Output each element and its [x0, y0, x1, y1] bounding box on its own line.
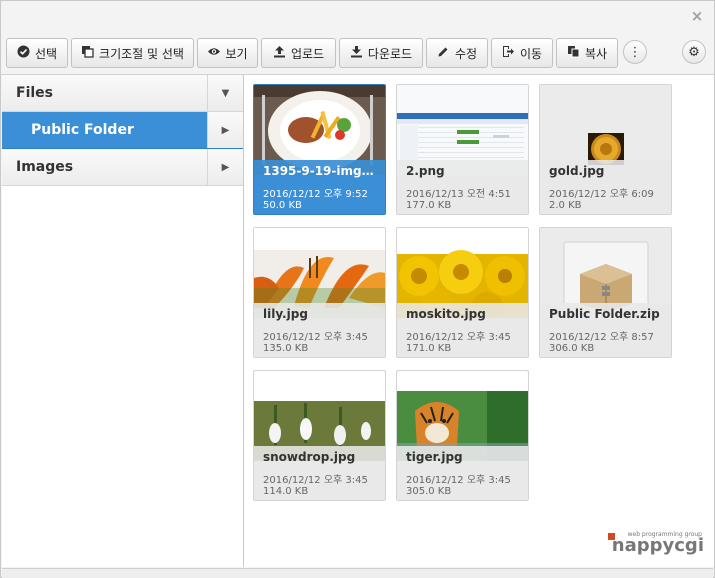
upload-button[interactable]: 업로드 [261, 38, 336, 68]
file-tile[interactable]: lily.jpg 2016/12/12 오후 3:45 135.0 KB [253, 227, 386, 358]
file-manager-window: × 선택 크기조절 및 선택 보기 업로드 다운로드 수정 이동 복사 ⋮ ⚙ … [0, 0, 715, 578]
file-date: 2016/12/12 오후 8:57 [549, 332, 654, 343]
file-date: 2016/12/12 오후 3:45 [263, 332, 368, 343]
file-tile[interactable]: 1395-9-19-img4.... 2016/12/12 오후 9:52 50… [253, 84, 386, 215]
select-button-label: 선택 [34, 46, 58, 61]
sidebar-item-label: Images [16, 159, 74, 175]
upload-icon [273, 45, 286, 61]
file-name: moskito.jpg [406, 307, 486, 321]
file-tile[interactable]: gold.jpg 2016/12/12 오후 6:09 2.0 KB [539, 84, 672, 215]
upload-button-label: 업로드 [290, 46, 325, 61]
select-button[interactable]: 선택 [6, 38, 68, 68]
file-name: 2.png [406, 164, 445, 178]
copy-button[interactable]: 복사 [556, 38, 618, 68]
settings-gear-icon[interactable]: ⚙ [682, 40, 706, 64]
file-name: gold.jpg [549, 164, 605, 178]
resize-select-button-label: 크기조절 및 선택 [99, 46, 184, 61]
file-tile[interactable]: 2.png 2016/12/13 오전 4:51 177.0 KB [396, 84, 529, 215]
brand-logo: web programming group nappycgi [608, 531, 704, 557]
sidebar-item-images[interactable]: Images ▶ [2, 149, 243, 186]
file-tile[interactable]: tiger.jpg 2016/12/12 오후 3:45 305.0 KB [396, 370, 529, 501]
file-date: 2016/12/12 오후 3:45 [406, 332, 511, 343]
eye-icon [207, 45, 221, 61]
sidebar-item-label: Files [16, 85, 53, 101]
file-name: Public Folder.zip [549, 307, 660, 321]
move-button-label: 이동 [519, 46, 543, 61]
file-name: lily.jpg [263, 307, 308, 321]
close-icon[interactable]: × [688, 7, 706, 25]
file-size: 177.0 KB [406, 200, 452, 211]
caret-right-icon[interactable]: ▶ [207, 149, 243, 185]
file-date: 2016/12/12 오후 6:09 [549, 189, 654, 200]
file-tile[interactable]: Public Folder.zip 2016/12/12 오후 8:57 306… [539, 227, 672, 358]
edit-button[interactable]: 수정 [426, 38, 488, 68]
download-button-label: 다운로드 [367, 46, 413, 61]
download-button[interactable]: 다운로드 [339, 38, 423, 68]
folder-sidebar: Files ▼ Public Folder ▶ Images ▶ [2, 75, 244, 567]
file-date: 2016/12/13 오전 4:51 [406, 189, 511, 200]
file-name: tiger.jpg [406, 450, 463, 464]
file-date: 2016/12/12 오후 3:45 [263, 475, 368, 486]
file-size: 306.0 KB [549, 343, 595, 354]
logo-brand: nappycgi [611, 535, 704, 556]
edit-button-label: 수정 [454, 46, 478, 61]
copy-button-label: 복사 [584, 46, 608, 61]
file-grid: 1395-9-19-img4.... 2016/12/12 오후 9:52 50… [244, 75, 714, 567]
pencil-icon [437, 45, 450, 61]
view-button-label: 보기 [225, 46, 248, 61]
file-size: 50.0 KB [263, 200, 302, 211]
file-size: 2.0 KB [549, 200, 582, 211]
file-size: 305.0 KB [406, 486, 452, 497]
move-button[interactable]: 이동 [491, 38, 553, 68]
file-size: 135.0 KB [263, 343, 309, 354]
file-name: snowdrop.jpg [263, 450, 356, 464]
file-tile[interactable]: moskito.jpg 2016/12/12 오후 3:45 171.0 KB [396, 227, 529, 358]
file-date: 2016/12/12 오후 3:45 [406, 475, 511, 486]
file-tile[interactable]: snowdrop.jpg 2016/12/12 오후 3:45 114.0 KB [253, 370, 386, 501]
check-circle-icon [17, 45, 30, 61]
copy-icon [567, 45, 580, 61]
resize-icon [81, 45, 94, 61]
status-bar [2, 568, 713, 578]
file-name: 1395-9-19-img4.... [263, 164, 379, 178]
view-button[interactable]: 보기 [197, 38, 258, 68]
sidebar-item-files[interactable]: Files ▼ [2, 75, 243, 112]
resize-select-button[interactable]: 크기조절 및 선택 [71, 38, 194, 68]
caret-right-icon[interactable]: ▶ [207, 112, 243, 148]
download-icon [350, 45, 363, 61]
file-size: 114.0 KB [263, 486, 309, 497]
toolbar: 선택 크기조절 및 선택 보기 업로드 다운로드 수정 이동 복사 ⋮ ⚙ [1, 34, 714, 75]
sidebar-item-public-folder[interactable]: Public Folder ▶ [2, 112, 243, 149]
file-date: 2016/12/12 오후 9:52 [263, 189, 368, 200]
file-size: 171.0 KB [406, 343, 452, 354]
sidebar-item-label: Public Folder [31, 122, 134, 138]
caret-down-icon[interactable]: ▼ [207, 75, 243, 111]
move-icon [502, 45, 515, 61]
title-bar: × [1, 1, 714, 34]
more-options-icon[interactable]: ⋮ [623, 40, 647, 64]
